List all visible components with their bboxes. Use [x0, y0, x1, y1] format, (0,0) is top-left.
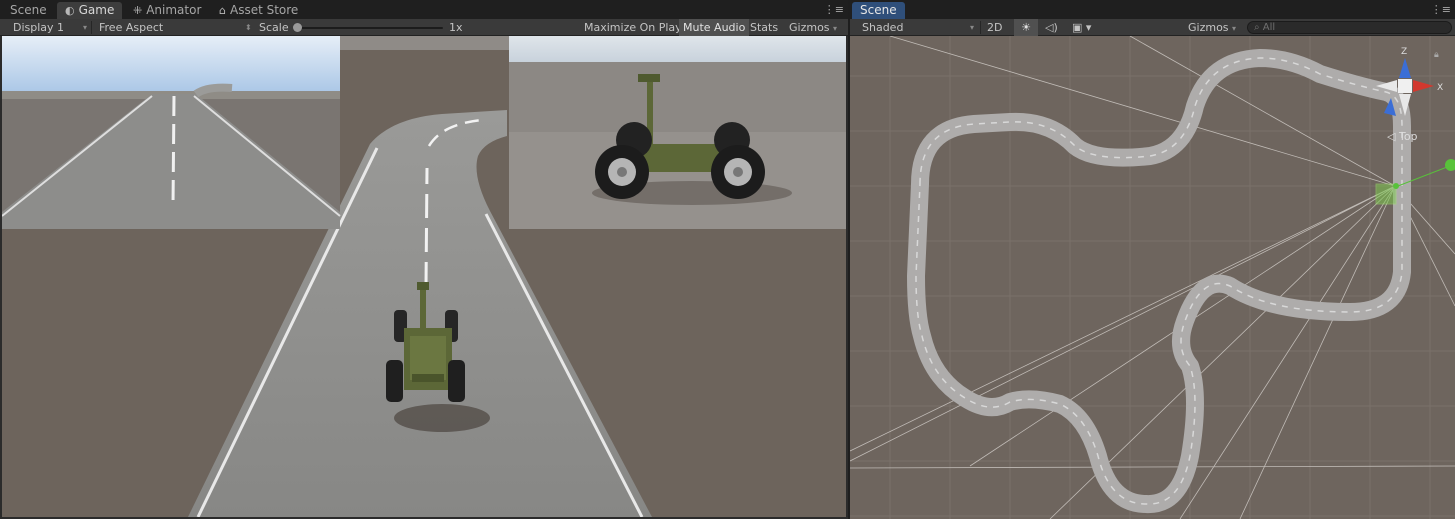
asset-store-tab-icon: ⌂	[219, 4, 226, 17]
orientation-label: ◁ Top	[1387, 130, 1418, 143]
shading-mode-dropdown[interactable]: Shaded ▾	[862, 19, 976, 36]
vehicle-shadow	[394, 404, 490, 432]
menu-icon[interactable]: ⋮≡	[1431, 3, 1451, 16]
scene-gizmos-dropdown[interactable]: Gizmos ▾	[1188, 19, 1236, 36]
axis-z-label: Z	[1401, 47, 1407, 57]
stats-button[interactable]: Stats	[750, 19, 778, 36]
chevron-down-icon: ▾	[970, 23, 975, 32]
lighting-icon[interactable]: ☀	[1014, 19, 1038, 36]
aspect-dropdown[interactable]: Free Aspect ⬍	[99, 19, 254, 36]
tab-animator[interactable]: ⁜ Animator	[125, 2, 209, 19]
game-panel: Scene ◐ Game ⁜ Animator ⌂ Asset Store ⋮≡ Di…	[0, 0, 848, 519]
track	[907, 49, 1411, 514]
camera-frustum	[850, 36, 1455, 519]
selected-object[interactable]	[1375, 183, 1397, 205]
chevron-down-icon: ▾	[1232, 24, 1237, 33]
divider	[91, 21, 92, 34]
effects-icon[interactable]: ▣ ▾	[1072, 19, 1091, 36]
scene-render: Z X ◁ Top 🔒︎	[850, 36, 1455, 519]
scene-grid	[850, 36, 1455, 519]
tab-scene-view[interactable]: Scene	[852, 2, 905, 19]
inset-vehicle-camera	[509, 36, 846, 229]
game-viewport[interactable]	[2, 36, 846, 517]
scene-panel: Scene ⋮≡ Shaded ▾ 2D ☀ ◁) ▣ ▾ Gizmos ▾ ⌕…	[850, 0, 1455, 519]
audio-icon[interactable]: ◁)	[1045, 19, 1058, 36]
scale-slider-handle[interactable]	[293, 23, 302, 32]
chevron-down-icon: ▾	[83, 23, 88, 32]
search-icon: ⌕	[1254, 22, 1260, 33]
game-toolbar: Display 1 ▾ Free Aspect ⬍ Scale 1x Maxim…	[0, 19, 848, 36]
scale-label: Scale	[259, 21, 289, 34]
scale-value: 1x	[449, 21, 463, 34]
search-input[interactable]: ⌕ All	[1247, 21, 1452, 34]
y-axis-handle-tip[interactable]	[1445, 159, 1455, 171]
scene-viewport[interactable]: Z X ◁ Top 🔒︎	[850, 36, 1455, 519]
mode-2d-button[interactable]: 2D	[987, 19, 1002, 36]
horizon	[340, 36, 510, 50]
game-render	[2, 36, 846, 517]
maximize-on-play-button[interactable]: Maximize On Play	[584, 19, 682, 36]
lock-icon[interactable]: 🔒︎	[1434, 50, 1439, 60]
gizmos-dropdown[interactable]: Gizmos ▾	[789, 19, 837, 36]
animator-tab-icon: ⁜	[133, 4, 143, 17]
tab-scene[interactable]: Scene	[2, 2, 55, 19]
mute-audio-button[interactable]: Mute Audio	[679, 19, 750, 36]
display-dropdown[interactable]: Display 1 ▾	[13, 19, 93, 36]
scene-gizmo[interactable]	[1376, 58, 1434, 116]
game-tab-icon: ◐	[65, 4, 75, 17]
divider	[980, 21, 981, 34]
scene-toolbar: Shaded ▾ 2D ☀ ◁) ▣ ▾ Gizmos ▾ ⌕ All	[850, 19, 1455, 36]
scene-tab-bar: Scene ⋮≡	[850, 0, 1455, 19]
tab-game[interactable]: ◐ Game	[57, 2, 123, 19]
inset-road-camera	[2, 36, 341, 229]
chevron-updown-icon: ⬍	[245, 23, 252, 32]
tab-asset-store[interactable]: ⌂ Asset Store	[211, 2, 306, 19]
menu-icon[interactable]: ⋮≡	[824, 3, 844, 16]
scale-slider[interactable]	[295, 27, 443, 29]
game-tab-bar: Scene ◐ Game ⁜ Animator ⌂ Asset Store ⋮≡	[0, 0, 848, 19]
chevron-down-icon: ▾	[833, 24, 838, 33]
axis-x-label: X	[1437, 83, 1443, 93]
